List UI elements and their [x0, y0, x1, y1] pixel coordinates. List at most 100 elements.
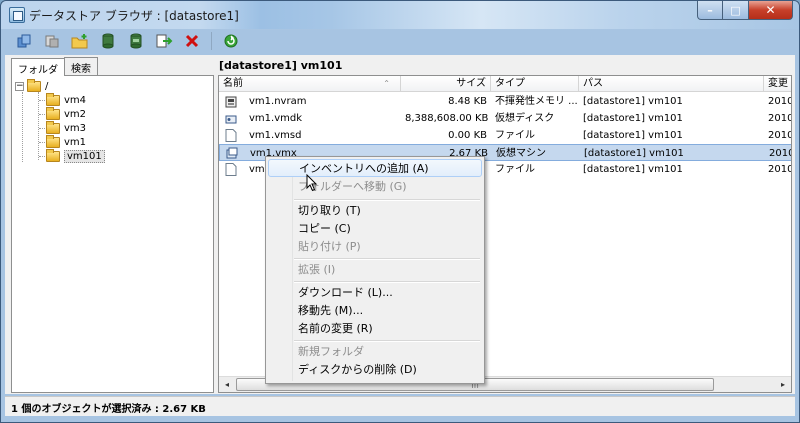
tree-item-root[interactable]: − /	[15, 78, 49, 93]
file-type: 仮想マシン	[496, 148, 546, 159]
file-modified: 2010/0	[769, 148, 791, 159]
menu-item-add-to-inventory[interactable]: インベントリへの追加 (A)	[268, 159, 482, 177]
folder-icon	[46, 106, 60, 120]
tab-search[interactable]: 検索	[64, 57, 98, 75]
menu-separator	[294, 199, 480, 201]
column-header-size[interactable]: サイズ	[401, 76, 491, 92]
tree-item-vm3[interactable]: vm3	[46, 120, 87, 135]
menu-item-inflate[interactable]: 拡張 (I)	[268, 261, 482, 279]
table-row[interactable]: vm1.nvram 8.48 KB 不揮発性メモリ ... [datastore…	[219, 93, 791, 110]
tree-item-vm1[interactable]: vm1	[46, 134, 87, 149]
list-header: 名前 ⌃ サイズ タイプ パス 変更	[219, 76, 791, 92]
folder-icon	[46, 134, 60, 148]
context-menu: インベントリへの追加 (A) フォルダーへ移動 (G) 切り取り (T) コピー…	[265, 156, 485, 384]
file-path: [datastore1] vm101	[583, 164, 683, 175]
file-type: 不揮発性メモリ ...	[495, 96, 578, 107]
sort-ascending-icon: ⌃	[383, 79, 390, 88]
open-folder-icon	[46, 148, 60, 162]
status-bar: 1 個のオブジェクトが選択済み : 2.67 KB	[5, 396, 795, 416]
table-row[interactable]: vm1.vmdk 8,388,608.00 KB 仮想ディスク [datasto…	[219, 110, 791, 127]
tree-guide	[22, 92, 23, 162]
tree-label: vm2	[64, 108, 87, 120]
menu-item-copy[interactable]: コピー (C)	[268, 220, 482, 238]
toolbar	[5, 29, 795, 53]
menu-separator	[294, 281, 480, 283]
menu-item-cut[interactable]: 切り取り (T)	[268, 202, 482, 220]
column-header-modified[interactable]: 変更	[764, 76, 791, 92]
title-bar[interactable]: データストア ブラウザ : [datastore1] – □ ✕	[1, 1, 799, 29]
file-type: ファイル	[495, 164, 535, 175]
file-modified: 2010/0	[768, 130, 791, 141]
virtual-machine-icon	[226, 147, 238, 159]
file-modified: 2010/0	[768, 96, 791, 107]
nvram-icon	[225, 96, 237, 108]
datastore-refresh-icon[interactable]	[125, 30, 147, 52]
file-size: 8,388,608.00 KB	[405, 113, 489, 124]
refresh-icon[interactable]	[220, 30, 242, 52]
minimize-button[interactable]: –	[697, 1, 723, 20]
tab-folders[interactable]: フォルダ	[11, 58, 65, 76]
column-header-name[interactable]: 名前 ⌃	[219, 76, 401, 92]
menu-item-move-to-folder[interactable]: フォルダーへ移動 (G)	[268, 178, 482, 196]
file-name: vm1.nvram	[249, 96, 307, 107]
tree-label: vm1	[64, 136, 87, 148]
file-path: [datastore1] vm101	[583, 113, 683, 124]
file-size: 8.48 KB	[448, 96, 487, 107]
left-tabs: フォルダ 検索	[11, 57, 98, 76]
app-icon	[9, 7, 25, 23]
menu-item-move-to[interactable]: 移動先 (M)...	[268, 302, 482, 320]
tree-label: vm4	[64, 94, 87, 106]
collapse-icon[interactable]: −	[15, 81, 24, 91]
tree-item-vm2[interactable]: vm2	[46, 106, 87, 121]
table-row[interactable]: vm1.vmsd 0.00 KB ファイル [datastore1] vm101…	[219, 127, 791, 144]
scroll-left-icon[interactable]: ◂	[219, 377, 235, 392]
tree-item-vm101[interactable]: vm101	[46, 148, 105, 163]
file-path: [datastore1] vm101	[584, 148, 684, 159]
column-header-type[interactable]: タイプ	[491, 76, 579, 92]
menu-item-download[interactable]: ダウンロード (L)...	[268, 284, 482, 302]
datastore-icon[interactable]	[97, 30, 119, 52]
menu-item-new-folder[interactable]: 新規フォルダ	[268, 343, 482, 361]
menu-separator	[294, 340, 480, 342]
tree-guide	[38, 92, 39, 160]
file-modified: 2010/0	[768, 113, 791, 124]
file-path: [datastore1] vm101	[583, 96, 683, 107]
maximize-button[interactable]: □	[723, 1, 749, 20]
folder-icon	[46, 92, 60, 106]
current-path: [datastore1] vm101	[219, 59, 343, 72]
virtual-disk-icon	[225, 115, 237, 124]
folder-tree[interactable]: − / vm4 vm2 vm3 vm1 vm101	[11, 75, 214, 393]
scroll-right-icon[interactable]: ▸	[775, 377, 791, 392]
new-folder-icon[interactable]	[69, 30, 91, 52]
tree-label: /	[45, 80, 49, 92]
file-name: vm1.vmsd	[249, 130, 302, 141]
mouse-cursor-icon	[306, 174, 318, 192]
file-icon	[225, 163, 237, 176]
file-type: 仮想ディスク	[495, 113, 555, 124]
window-title: データストア ブラウザ : [datastore1]	[29, 9, 239, 23]
close-button[interactable]: ✕	[749, 1, 793, 20]
file-path: [datastore1] vm101	[583, 130, 683, 141]
menu-item-delete-from-disk[interactable]: ディスクからの削除 (D)	[268, 361, 482, 379]
move-icon[interactable]	[153, 30, 175, 52]
upload-icon[interactable]	[13, 30, 35, 52]
file-modified: 2010/0	[768, 164, 791, 175]
folder-icon	[27, 78, 41, 92]
file-name: vm1.vmdk	[249, 113, 302, 124]
column-header-path[interactable]: パス	[579, 76, 764, 92]
toolbar-separator	[211, 32, 212, 50]
file-type: ファイル	[495, 130, 535, 141]
menu-item-paste[interactable]: 貼り付け (P)	[268, 238, 482, 256]
tree-label: vm3	[64, 122, 87, 134]
delete-icon[interactable]	[181, 30, 203, 52]
file-size: 0.00 KB	[448, 130, 487, 141]
menu-item-rename[interactable]: 名前の変更 (R)	[268, 320, 482, 338]
tree-item-vm4[interactable]: vm4	[46, 92, 87, 107]
download-icon[interactable]	[41, 30, 63, 52]
menu-separator	[294, 258, 480, 260]
tree-label: vm101	[64, 149, 105, 163]
file-icon	[225, 129, 237, 142]
window-controls: – □ ✕	[697, 1, 793, 20]
folder-icon	[46, 120, 60, 134]
datastore-browser-window: データストア ブラウザ : [datastore1] – □ ✕ フォルダ 検索…	[0, 0, 800, 423]
